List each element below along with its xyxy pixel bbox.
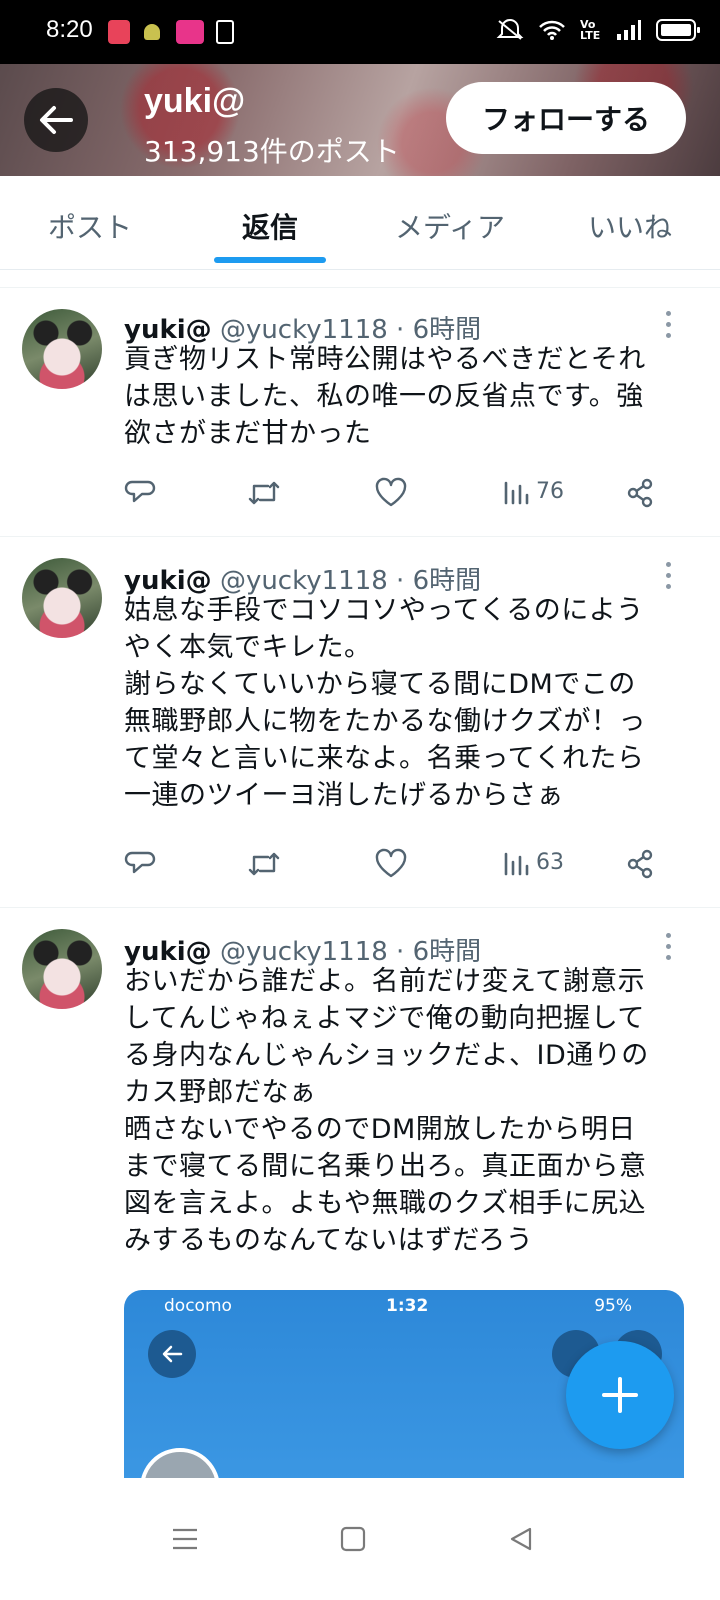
share-icon xyxy=(627,849,653,879)
tab-posts[interactable]: ポスト xyxy=(0,176,180,269)
arrow-left-icon xyxy=(40,106,73,134)
divider xyxy=(0,272,720,288)
analytics-icon xyxy=(504,852,529,876)
tab-media[interactable]: メディア xyxy=(360,176,540,269)
mute-icon xyxy=(496,19,524,40)
view-count: 63 xyxy=(536,849,564,875)
plus-icon xyxy=(602,1377,638,1413)
active-tab-indicator xyxy=(214,257,326,263)
follow-button[interactable]: フォローする xyxy=(446,82,686,154)
tweet[interactable]: yuki@ @yucky1118 · 6時間 姑息な手段でコソコソやってくるのに… xyxy=(0,538,720,908)
analytics-icon xyxy=(504,481,529,505)
share-icon xyxy=(627,478,653,508)
profile-header: yuki@ 313,913件のポスト フォローする xyxy=(0,64,720,176)
more-options-icon[interactable] xyxy=(666,933,672,966)
tab-replies[interactable]: 返信 xyxy=(180,176,360,269)
avatar[interactable] xyxy=(22,929,102,1009)
app-notification-icon xyxy=(108,20,130,44)
back-triangle-icon xyxy=(510,1527,532,1551)
home-square-icon xyxy=(340,1526,366,1552)
tweet-actions: 76 xyxy=(124,477,670,517)
more-options-icon[interactable] xyxy=(666,311,672,344)
menu-nav-button[interactable] xyxy=(160,1514,210,1564)
status-icons: Vo LTE xyxy=(496,18,700,42)
reply-button[interactable] xyxy=(124,848,156,880)
profile-name: yuki@ xyxy=(144,82,246,120)
share-button[interactable] xyxy=(624,477,656,509)
profile-tabs: ポスト 返信 メディア いいね xyxy=(0,176,720,270)
sim-icon xyxy=(216,20,234,44)
heart-icon xyxy=(375,477,407,507)
views-button[interactable]: 63 xyxy=(502,848,564,876)
repost-icon xyxy=(248,852,280,876)
tweet-text: 貢ぎ物リスト常時公開はやるべきだとそれ は思いました、私の唯一の反省点です。強 … xyxy=(124,344,646,449)
more-options-icon[interactable] xyxy=(666,562,672,595)
app-notification-icon xyxy=(176,20,204,44)
android-icon xyxy=(144,24,160,40)
repost-button[interactable] xyxy=(246,848,282,880)
signal-icon xyxy=(617,20,641,40)
arrow-left-icon xyxy=(162,1345,183,1363)
media-time: 1:32 xyxy=(386,1296,429,1316)
compose-button[interactable] xyxy=(566,1341,674,1449)
back-button[interactable] xyxy=(24,88,88,152)
battery-icon xyxy=(656,19,700,41)
back-nav-button[interactable] xyxy=(496,1514,546,1564)
view-count: 76 xyxy=(536,478,564,504)
media-back-icon xyxy=(148,1330,196,1378)
tweet[interactable]: yuki@ @yucky1118 · 6時間 貢ぎ物リスト常時公開はやるべきだと… xyxy=(0,289,720,537)
status-bar: 8:20 Vo LTE xyxy=(0,0,720,64)
tab-likes[interactable]: いいね xyxy=(540,176,720,269)
post-count: 313,913件のポスト xyxy=(144,135,400,168)
media-carrier: docomo xyxy=(164,1296,232,1316)
repost-button[interactable] xyxy=(246,477,282,509)
media-battery: 95% xyxy=(594,1296,632,1316)
repost-icon xyxy=(248,481,280,505)
volte-icon: Vo LTE xyxy=(580,18,601,42)
wifi-icon xyxy=(539,20,565,40)
avatar[interactable] xyxy=(22,558,102,638)
reply-icon xyxy=(124,851,156,874)
views-button[interactable]: 76 xyxy=(502,477,564,505)
media-status-bar: docomo 1:32 95% xyxy=(124,1290,684,1322)
tweet-actions: 63 xyxy=(124,848,670,888)
home-nav-button[interactable] xyxy=(328,1514,378,1564)
reply-button[interactable] xyxy=(124,477,156,509)
status-time: 8:20 xyxy=(46,16,93,43)
like-button[interactable] xyxy=(374,477,408,509)
media-avatar xyxy=(140,1448,220,1480)
reply-icon xyxy=(124,480,156,503)
like-button[interactable] xyxy=(374,848,408,880)
menu-icon xyxy=(173,1528,197,1550)
share-button[interactable] xyxy=(624,848,656,880)
tweet-text: おいだから誰だよ。名前だけ変えて謝意示 してんじゃねぇよマジで俺の動向把握して … xyxy=(124,966,649,1256)
tweet-text: 姑息な手段でコソコソやってくるのによう やく本気でキレた。 謝らなくていいから寝… xyxy=(124,595,646,811)
system-nav-bar xyxy=(0,1478,720,1600)
avatar[interactable] xyxy=(22,309,102,389)
heart-icon xyxy=(375,848,407,878)
